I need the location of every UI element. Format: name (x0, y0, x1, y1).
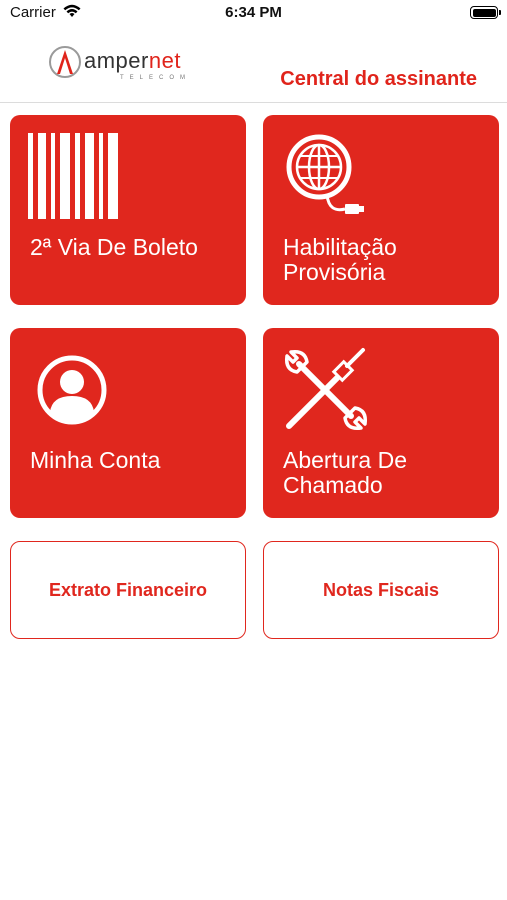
clock: 6:34 PM (225, 4, 282, 21)
notas-fiscais-button[interactable]: Notas Fiscais (263, 541, 499, 639)
logo-amper-text: amper (84, 48, 149, 73)
tile-label-line2: Provisória (283, 259, 386, 285)
tile-segunda-via-boleto[interactable]: 2ª Via De Boleto (10, 115, 246, 305)
tile-label-line2: Chamado (283, 472, 383, 498)
logo-net-text: net (148, 48, 181, 73)
tile-label-line1: Minha Conta (30, 447, 161, 473)
app-header: ampernet TELECOM Central do assinante (0, 30, 507, 103)
button-label: Extrato Financeiro (48, 579, 208, 600)
tile-label: 2ª Via De Boleto (30, 235, 198, 260)
tile-label-line1: Abertura De (283, 447, 408, 473)
button-label: Notas Fiscais (322, 579, 440, 600)
ampernet-logo: ampernet TELECOM (48, 44, 218, 84)
tile-minha-conta[interactable]: Minha Conta (10, 328, 246, 518)
status-bar: Carrier 6:34 PM (0, 0, 507, 30)
user-icon (36, 354, 108, 431)
logo-mark-icon (49, 46, 81, 78)
tools-icon (281, 346, 371, 439)
tile-label: Habilitação Provisória (283, 235, 397, 285)
extrato-financeiro-button[interactable]: Extrato Financeiro (10, 541, 246, 639)
globe-cable-icon (285, 133, 367, 228)
logo-wordmark: ampernet (84, 48, 181, 74)
page-title: Central do assinante (280, 68, 477, 90)
logo-subtitle: TELECOM (120, 75, 192, 81)
tile-abertura-de-chamado[interactable]: Abertura De Chamado (263, 328, 499, 518)
battery-icon (470, 6, 501, 19)
barcode-icon (28, 133, 118, 224)
tile-label: Minha Conta (30, 448, 160, 473)
tile-label-line1: Habilitação (283, 234, 397, 260)
tile-label-line1: 2ª Via De Boleto (30, 234, 198, 260)
tile-habilitacao-provisoria[interactable]: Habilitação Provisória (263, 115, 499, 305)
tile-label: Abertura De Chamado (283, 448, 407, 498)
